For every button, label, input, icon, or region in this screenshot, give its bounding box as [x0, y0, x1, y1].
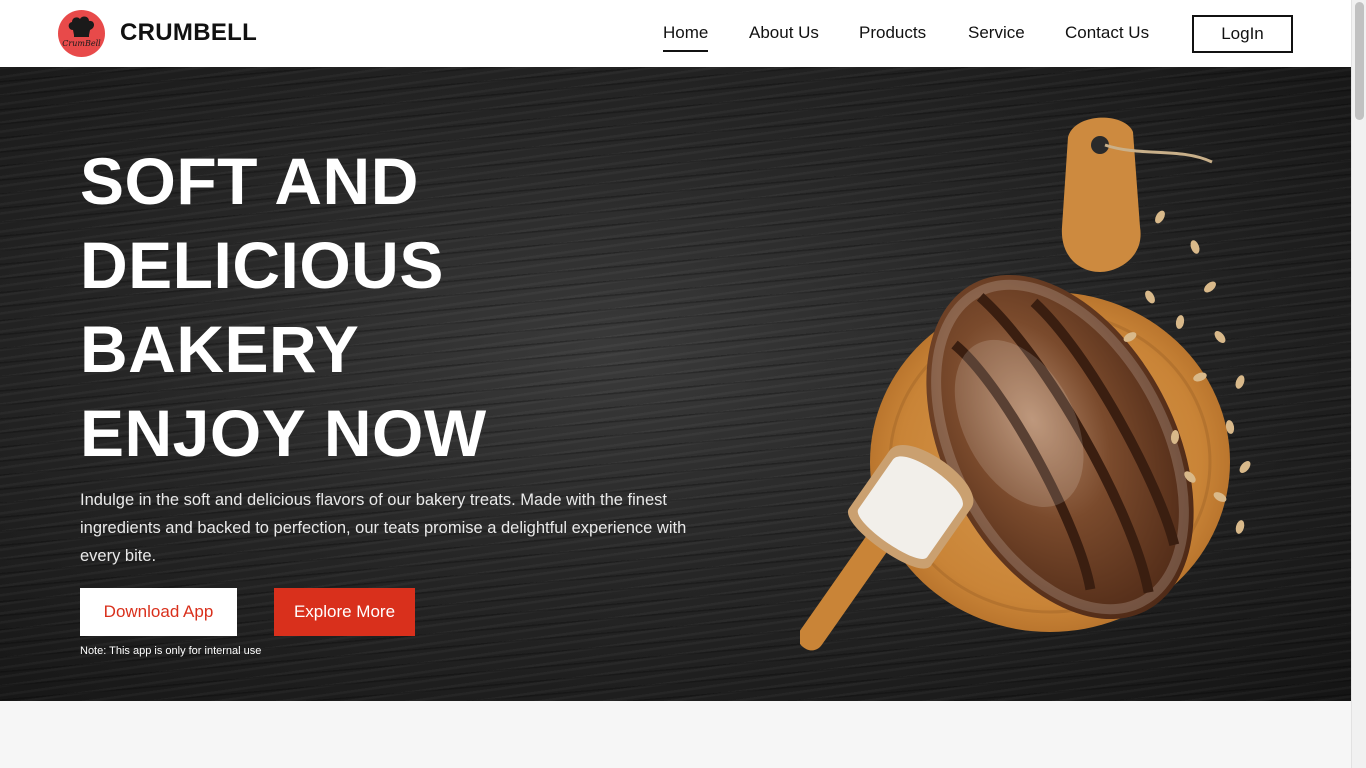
nav-home[interactable]: Home [663, 23, 709, 52]
site-header: CrumBell CRUMBELL Home About Us Products… [0, 0, 1351, 67]
hero-title-line: SOFT AND [80, 144, 419, 218]
bread-on-board-image [798, 107, 1270, 672]
hero-title-line: BAKERY [80, 312, 360, 386]
hero-title: SOFT AND DELICIOUS BAKERY ENJOY NOW [80, 139, 680, 475]
hero-description: Indulge in the soft and delicious flavor… [80, 491, 687, 565]
internal-use-note: Note: This app is only for internal use [80, 645, 262, 657]
login-button[interactable]: LogIn [1192, 15, 1293, 53]
chef-hat-icon[interactable]: CrumBell [58, 10, 105, 57]
nav-products[interactable]: Products [859, 23, 926, 43]
explore-more-button[interactable]: Explore More [274, 588, 415, 636]
logo-text: CrumBell [62, 39, 101, 48]
nav-about-us[interactable]: About Us [749, 23, 819, 43]
brand-name[interactable]: CRUMBELL [120, 19, 257, 47]
nav-service[interactable]: Service [968, 23, 1025, 43]
nav-contact-us[interactable]: Contact Us [1065, 23, 1149, 43]
scrollbar-thumb[interactable] [1355, 2, 1364, 120]
download-app-button[interactable]: Download App [80, 588, 237, 636]
hero-title-line: DELICIOUS [80, 228, 444, 302]
content-area [0, 701, 1351, 768]
page: CrumBell CRUMBELL Home About Us Products… [0, 0, 1351, 768]
hero-section: SOFT AND DELICIOUS BAKERY ENJOY NOW Indu… [0, 67, 1351, 701]
page-scrollbar[interactable] [1351, 0, 1366, 768]
hero-title-line: ENJOY NOW [80, 396, 487, 470]
